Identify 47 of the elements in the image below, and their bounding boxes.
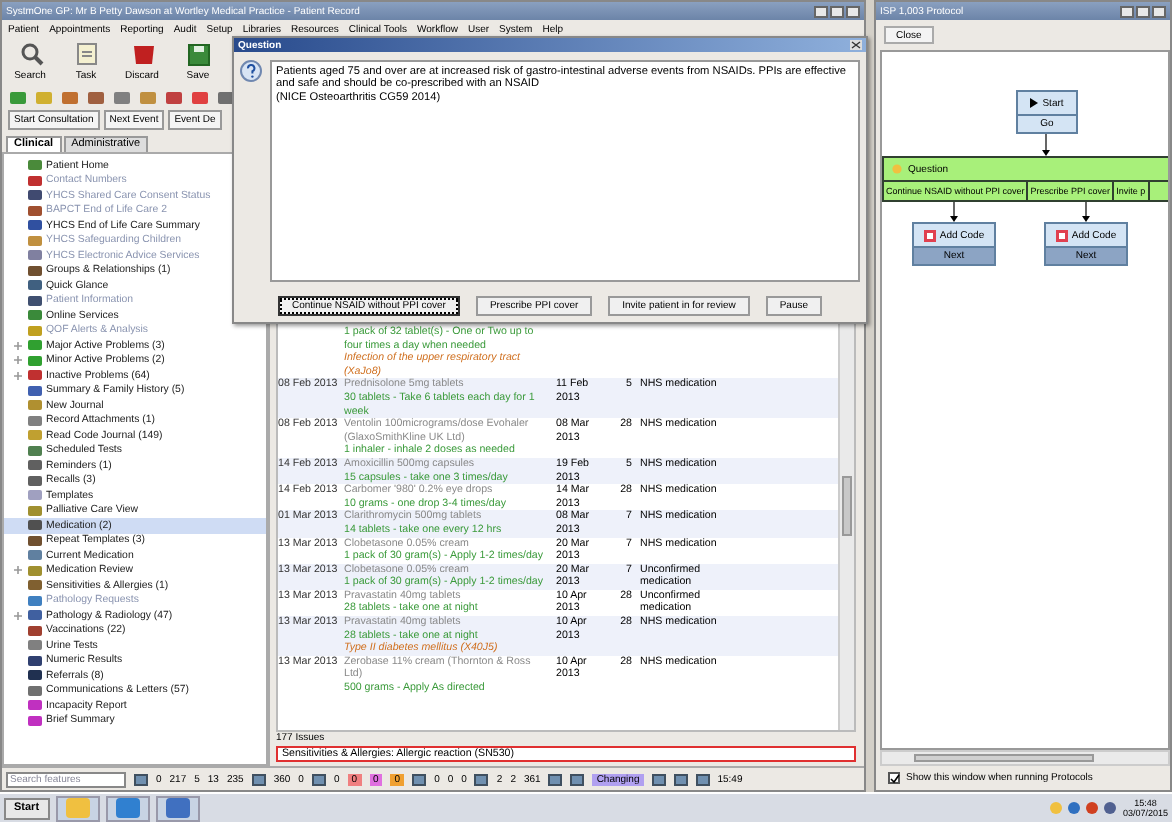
play-icon — [1030, 98, 1039, 108]
toolbar-tile-icon[interactable] — [62, 92, 78, 104]
toolbar-tile-icon[interactable] — [88, 92, 104, 104]
minimize-icon[interactable] — [814, 5, 828, 17]
toolbar-tile-icon[interactable] — [192, 92, 208, 104]
taskbar-app-button[interactable] — [155, 795, 200, 821]
checkbox[interactable] — [888, 772, 900, 784]
search-icon — [17, 42, 43, 66]
code-icon — [923, 229, 936, 241]
expand-icon[interactable] — [14, 356, 22, 365]
code-icon — [1055, 229, 1068, 241]
status-icon[interactable] — [311, 773, 326, 785]
toolbar-tile-icon[interactable] — [10, 92, 26, 104]
connector-arrow — [950, 201, 958, 222]
scroll-thumb[interactable] — [914, 754, 1094, 762]
close-icon[interactable] — [850, 40, 862, 50]
toolbar-tile-icon[interactable] — [36, 92, 52, 104]
scrollbar[interactable] — [880, 750, 1170, 766]
expand-icon[interactable] — [14, 371, 22, 380]
connector-arrow — [1042, 131, 1050, 156]
close-icon[interactable] — [1152, 5, 1166, 17]
status-icon[interactable] — [251, 773, 266, 785]
toolbar-tile-icon[interactable] — [166, 92, 182, 104]
toolbar-tile-icon[interactable] — [114, 92, 130, 104]
question-icon — [240, 60, 262, 82]
app-icon — [165, 798, 190, 818]
taskbar-app-button[interactable] — [105, 795, 150, 821]
status-icon[interactable] — [412, 773, 427, 785]
maximize-icon[interactable] — [830, 5, 844, 17]
close-icon[interactable] — [846, 5, 860, 17]
status-icon[interactable] — [474, 773, 489, 785]
status-icon[interactable] — [134, 773, 148, 785]
check-icon — [889, 773, 899, 783]
scroll-thumb[interactable] — [842, 476, 852, 536]
expand-icon[interactable] — [14, 341, 22, 350]
expand-icon[interactable] — [14, 611, 22, 620]
note-icon — [73, 42, 99, 66]
toolbar-tile-icon[interactable] — [140, 92, 156, 104]
connector-arrow — [1082, 201, 1090, 222]
question-icon — [892, 164, 902, 174]
minimize-icon[interactable] — [1120, 5, 1134, 17]
app-icon — [65, 798, 90, 818]
taskbar-app-button[interactable] — [55, 795, 100, 821]
maximize-icon[interactable] — [1136, 5, 1150, 17]
expand-icon[interactable] — [14, 566, 22, 575]
app-icon — [115, 798, 140, 818]
bin-icon — [129, 42, 155, 66]
